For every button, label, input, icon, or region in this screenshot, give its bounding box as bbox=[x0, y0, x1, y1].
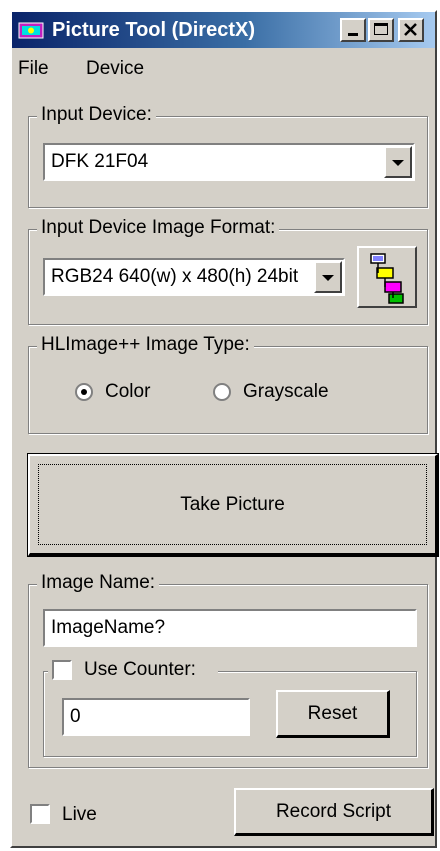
take-picture-button[interactable]: Take Picture bbox=[27, 453, 439, 557]
take-picture-label: Take Picture bbox=[180, 493, 285, 515]
record-script-button[interactable]: Record Script bbox=[234, 788, 434, 836]
menu-bar: File Device bbox=[12, 50, 435, 80]
radio-grayscale-button[interactable] bbox=[213, 383, 231, 401]
radio-color[interactable]: Color bbox=[75, 379, 185, 407]
picture-tool-window: Picture Tool (DirectX) File Device Input… bbox=[10, 10, 439, 848]
image-format-group: Input Device Image Format: RGB24 640(w) … bbox=[28, 217, 428, 325]
close-button[interactable] bbox=[398, 18, 424, 42]
input-device-dropdown-button[interactable] bbox=[384, 146, 412, 178]
image-type-label: HLImage++ Image Type: bbox=[37, 334, 254, 356]
reset-button[interactable]: Reset bbox=[276, 690, 390, 738]
window-title: Picture Tool (DirectX) bbox=[52, 19, 255, 41]
use-counter-checkbox[interactable] bbox=[52, 660, 72, 680]
radio-grayscale-label: Grayscale bbox=[243, 381, 329, 402]
radio-color-button[interactable] bbox=[75, 383, 93, 401]
image-format-value: RGB24 640(w) x 480(h) 24bit bbox=[51, 266, 299, 287]
device-settings-icon bbox=[370, 253, 404, 304]
image-name-input[interactable]: ImageName? bbox=[43, 609, 417, 647]
maximize-button[interactable] bbox=[368, 18, 394, 42]
image-format-select[interactable]: RGB24 640(w) x 480(h) 24bit bbox=[43, 258, 345, 296]
image-format-dropdown-button[interactable] bbox=[314, 261, 342, 293]
minimize-icon bbox=[348, 33, 358, 36]
input-device-select[interactable]: DFK 21F04 bbox=[43, 143, 415, 181]
radio-grayscale[interactable]: Grayscale bbox=[213, 379, 373, 407]
live-checkbox-row[interactable]: Live bbox=[30, 802, 130, 828]
image-name-value: ImageName? bbox=[51, 617, 166, 638]
live-checkbox[interactable] bbox=[30, 804, 50, 824]
device-properties-button[interactable] bbox=[357, 246, 417, 308]
menu-device[interactable]: Device bbox=[86, 58, 144, 80]
chevron-down-icon bbox=[392, 160, 404, 166]
app-camera-icon bbox=[18, 22, 44, 39]
maximize-icon bbox=[374, 23, 388, 35]
live-label: Live bbox=[62, 804, 97, 825]
menu-file[interactable]: File bbox=[18, 58, 49, 80]
counter-input[interactable]: 0 bbox=[62, 698, 250, 736]
radio-color-label: Color bbox=[105, 381, 151, 402]
counter-value: 0 bbox=[70, 706, 81, 727]
image-type-group: HLImage++ Image Type: Color Grayscale bbox=[28, 334, 428, 434]
use-counter-label: Use Counter: bbox=[84, 659, 196, 680]
use-counter-group: Use Counter: 0 Reset bbox=[43, 658, 417, 757]
reset-label: Reset bbox=[307, 702, 358, 724]
image-name-label: Image Name: bbox=[37, 572, 160, 594]
image-name-group: Image Name: ImageName? Use Counter: 0 Re… bbox=[28, 572, 428, 768]
use-counter-checkbox-row[interactable]: Use Counter: bbox=[48, 658, 218, 684]
title-bar[interactable]: Picture Tool (DirectX) bbox=[12, 12, 435, 48]
input-device-group: Input Device: DFK 21F04 bbox=[28, 104, 428, 208]
minimize-button[interactable] bbox=[340, 18, 366, 42]
image-format-label: Input Device Image Format: bbox=[37, 217, 280, 239]
chevron-down-icon bbox=[322, 275, 334, 281]
input-device-label: Input Device: bbox=[37, 104, 156, 126]
input-device-value: DFK 21F04 bbox=[51, 151, 149, 172]
record-script-label: Record Script bbox=[275, 800, 392, 822]
close-icon bbox=[404, 23, 417, 36]
